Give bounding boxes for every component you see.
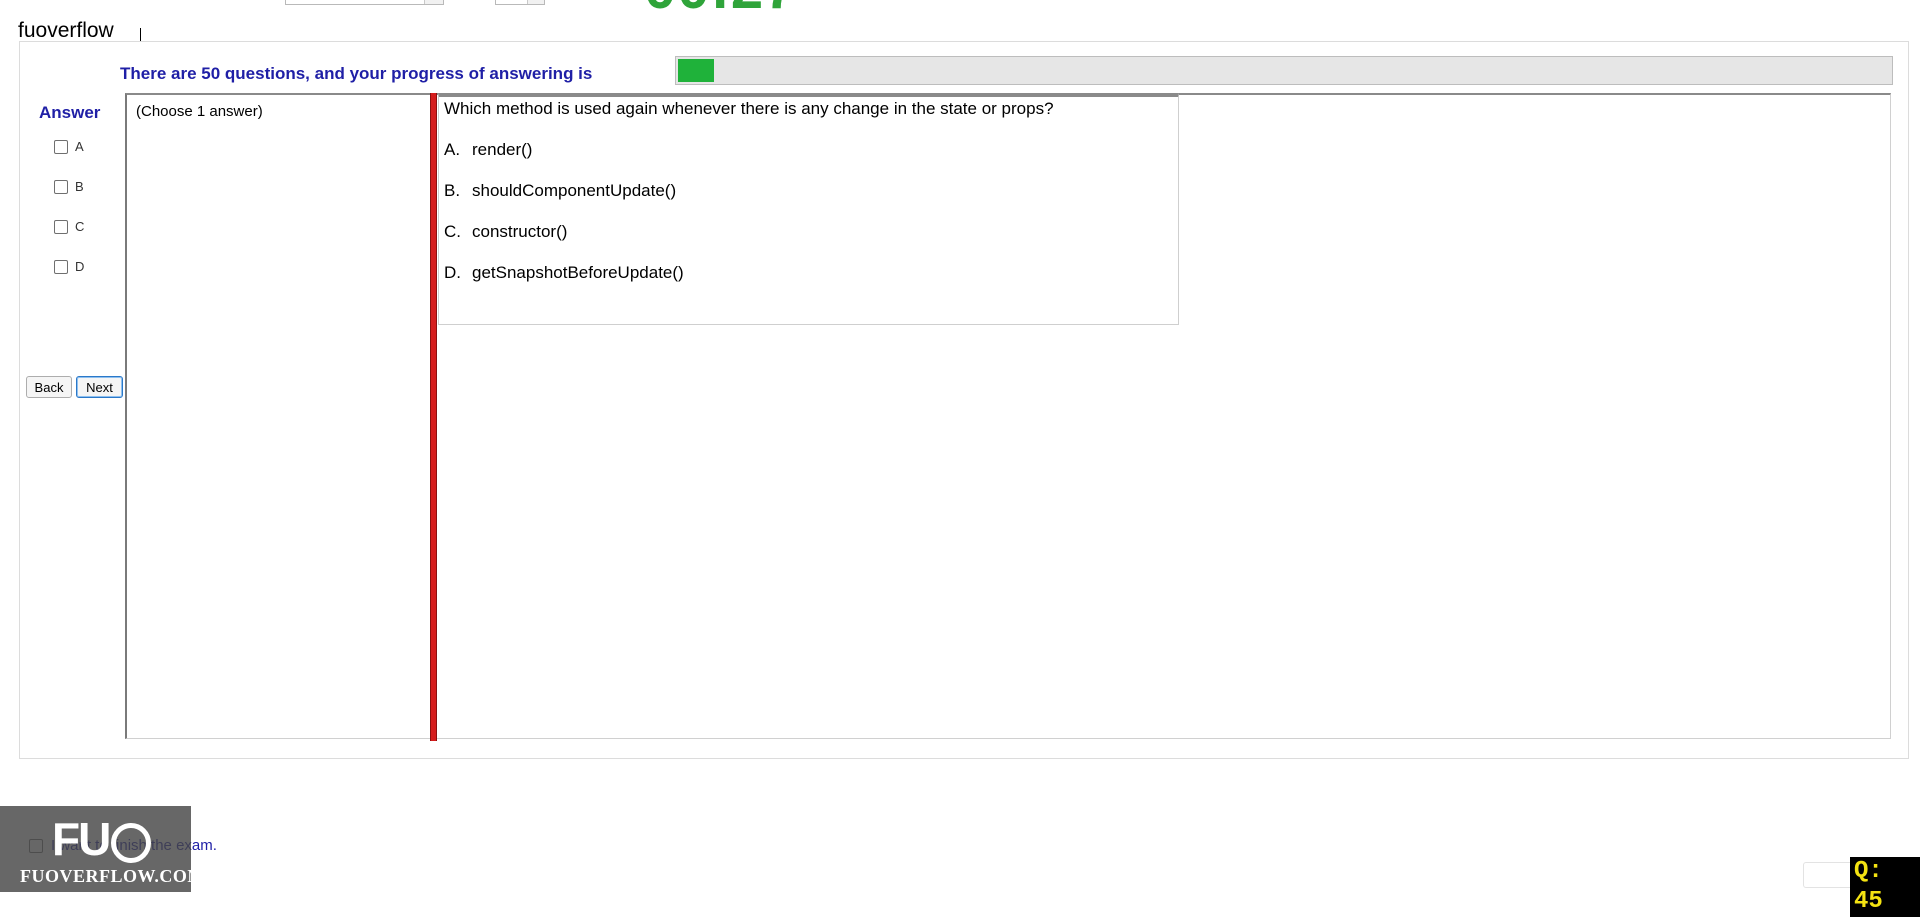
answer-option-d[interactable]: D [54, 259, 84, 274]
question-choice-d: D. getSnapshotBeforeUpdate() [444, 263, 684, 283]
answer-checkbox-d[interactable] [54, 259, 68, 274]
choice-text: getSnapshotBeforeUpdate() [472, 263, 684, 282]
question-box [438, 93, 1179, 325]
question-number-badge: Q: 45 [1850, 857, 1920, 917]
choice-text: constructor() [472, 222, 568, 241]
progress-bar [675, 56, 1893, 85]
logo-text: FUOVERFLOW.COM [20, 866, 205, 886]
logo-mark: FU [52, 812, 152, 866]
answer-option-c[interactable]: C [54, 219, 84, 234]
combobox-arrow-icon[interactable] [424, 0, 443, 4]
answer-option-label: C [75, 219, 85, 234]
panel-splitter[interactable] [430, 93, 437, 741]
answer-checkbox-a[interactable] [54, 139, 68, 154]
next-button[interactable]: Next [76, 376, 123, 398]
question-text: Which method is used again whenever ther… [444, 99, 1054, 118]
back-button[interactable]: Back [26, 376, 72, 398]
answer-option-label: B [75, 179, 84, 194]
brand-label: fuoverflow [18, 19, 114, 42]
exam-timer: 00:27 [644, 0, 797, 18]
choice-letter: A. [444, 140, 461, 159]
progress-fill [678, 59, 714, 82]
choice-letter: D. [444, 263, 461, 282]
answer-option-b[interactable]: B [54, 179, 84, 194]
answer-checkbox-b[interactable] [54, 179, 68, 194]
answer-title: Answer [39, 103, 101, 122]
choice-letter: B. [444, 181, 461, 200]
answer-option-label: A [75, 139, 84, 154]
choice-text: render() [472, 140, 533, 159]
question-choice-c: C. constructor() [444, 222, 567, 242]
question-choice-a: A. render() [444, 140, 532, 160]
choice-letter: C. [444, 222, 461, 241]
choice-text: shouldComponentUpdate() [472, 181, 677, 200]
top-combobox[interactable] [285, 0, 444, 5]
spinner-arrow-icon[interactable] [527, 0, 544, 4]
small-field[interactable] [1803, 862, 1855, 888]
top-spinner[interactable] [495, 0, 545, 5]
answer-option-label: D [75, 259, 85, 274]
answer-option-a[interactable]: A [54, 139, 84, 154]
question-choice-b: B. shouldComponentUpdate() [444, 181, 676, 201]
progress-label: There are 50 questions, and your progres… [120, 64, 593, 83]
answer-checkbox-c[interactable] [54, 219, 68, 234]
choose-instruction: (Choose 1 answer) [136, 103, 263, 120]
